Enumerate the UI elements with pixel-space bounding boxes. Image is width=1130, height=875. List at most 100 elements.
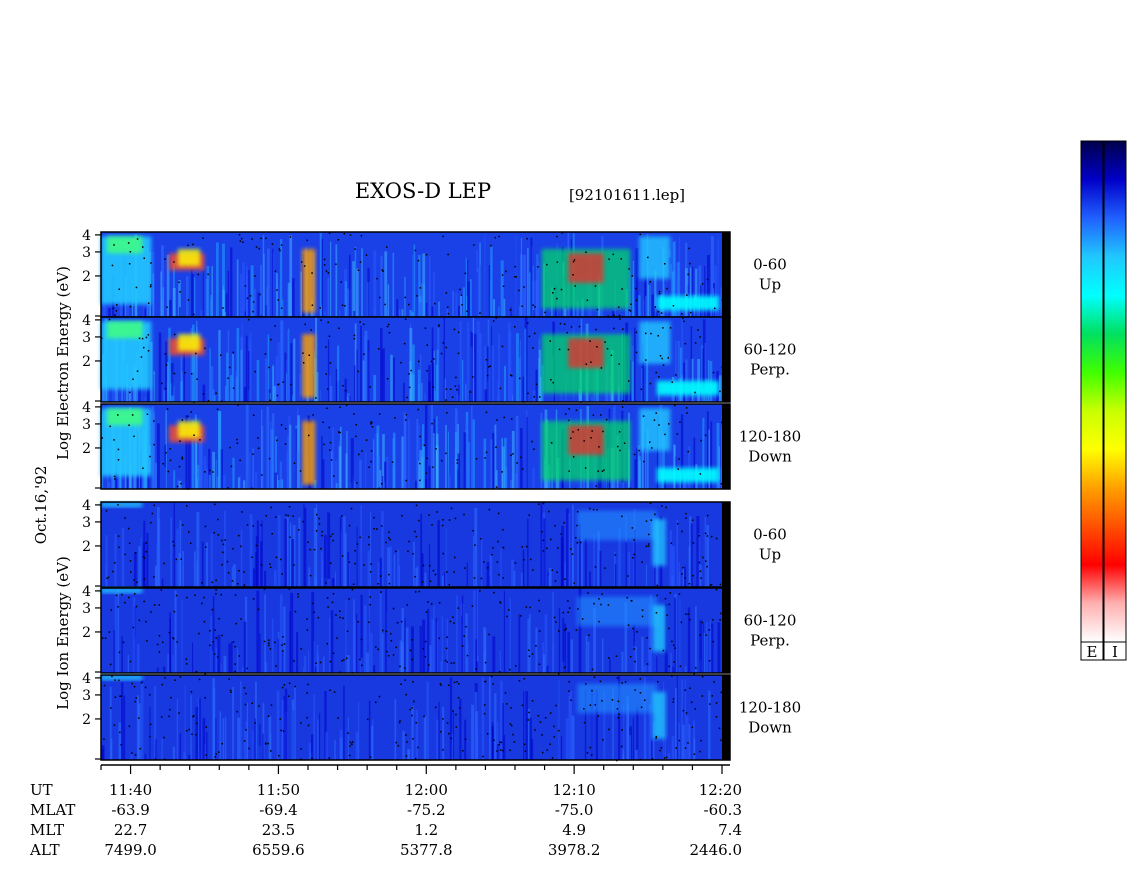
dropout-pixel bbox=[440, 684, 442, 686]
dropout-pixel bbox=[446, 412, 448, 414]
dropout-pixel bbox=[412, 738, 414, 740]
spectrum-streak bbox=[474, 507, 478, 587]
spectrum-streak bbox=[591, 709, 593, 760]
dropout-pixel bbox=[246, 297, 249, 299]
dropout-pixel bbox=[715, 702, 718, 704]
dropout-pixel bbox=[499, 387, 502, 390]
dropout-pixel bbox=[550, 442, 553, 444]
dropout-pixel bbox=[685, 712, 688, 714]
dropout-pixel bbox=[475, 668, 477, 670]
dropout-pixel bbox=[699, 336, 701, 338]
dropout-pixel bbox=[268, 639, 270, 641]
dropout-pixel bbox=[486, 374, 489, 377]
dropout-pixel bbox=[497, 512, 500, 515]
dropout-pixel bbox=[455, 726, 457, 728]
spectrum-streak bbox=[529, 717, 532, 760]
spectrum-streak bbox=[347, 552, 350, 587]
dropout-pixel bbox=[406, 604, 408, 606]
dropout-pixel bbox=[294, 685, 296, 688]
dropout-pixel bbox=[434, 573, 437, 576]
spectrum-streak bbox=[615, 564, 617, 587]
dropout-pixel bbox=[386, 650, 388, 653]
dropout-pixel bbox=[302, 352, 304, 354]
dropout-pixel bbox=[117, 414, 119, 416]
dropout-pixel bbox=[678, 739, 681, 742]
dropout-pixel bbox=[400, 620, 403, 623]
dropout-pixel bbox=[662, 364, 665, 366]
dropout-pixel bbox=[190, 542, 192, 545]
dropout-pixel bbox=[501, 274, 504, 276]
dropout-pixel bbox=[591, 668, 594, 671]
dropout-pixel bbox=[115, 594, 118, 597]
dropout-pixel bbox=[385, 630, 388, 633]
dropout-pixel bbox=[553, 725, 555, 728]
dropout-pixel bbox=[168, 715, 170, 718]
dropout-pixel bbox=[701, 695, 704, 697]
dropout-pixel bbox=[668, 665, 670, 668]
dropout-pixel bbox=[114, 562, 116, 564]
dropout-pixel bbox=[350, 507, 353, 510]
dropout-pixel bbox=[418, 360, 420, 363]
dropout-pixel bbox=[300, 722, 302, 724]
dropout-pixel bbox=[628, 380, 630, 382]
dropout-pixel bbox=[691, 519, 694, 521]
dropout-pixel bbox=[417, 746, 419, 749]
dropout-pixel bbox=[706, 565, 708, 568]
spectrum-streak bbox=[335, 244, 338, 317]
dropout-pixel bbox=[585, 683, 587, 685]
dropout-pixel bbox=[251, 238, 253, 240]
spectrum-streak bbox=[344, 533, 347, 587]
dropout-pixel bbox=[483, 704, 486, 706]
dropout-pixel bbox=[242, 241, 244, 243]
dropout-pixel bbox=[158, 635, 161, 637]
spectrum-streak bbox=[227, 270, 230, 317]
dropout-pixel bbox=[218, 618, 220, 620]
spectrum-streak bbox=[255, 535, 258, 587]
spectrum-streak bbox=[421, 383, 423, 402]
dropout-pixel bbox=[359, 321, 361, 323]
dropout-pixel bbox=[570, 699, 572, 701]
spectrum-streak bbox=[208, 474, 211, 489]
dropout-pixel bbox=[551, 569, 553, 571]
dropout-pixel bbox=[271, 533, 273, 535]
dropout-pixel bbox=[104, 637, 107, 639]
dropout-pixel bbox=[268, 642, 270, 644]
spectrum-streak bbox=[651, 294, 655, 317]
dropout-pixel bbox=[335, 614, 337, 616]
dropout-pixel bbox=[377, 583, 379, 585]
dropout-pixel bbox=[426, 370, 428, 372]
spectrum-streak bbox=[294, 686, 296, 760]
spectrum-streak bbox=[409, 310, 413, 317]
spectrum-streak bbox=[223, 511, 226, 587]
dropout-pixel bbox=[430, 603, 433, 605]
flux-region bbox=[577, 510, 657, 541]
dropout-pixel bbox=[661, 505, 663, 507]
dropout-pixel bbox=[348, 524, 351, 527]
dropout-pixel bbox=[698, 535, 700, 537]
dropout-pixel bbox=[590, 754, 593, 756]
spectrum-streak bbox=[688, 724, 691, 760]
dropout-pixel bbox=[307, 683, 309, 686]
dropout-pixel bbox=[329, 535, 332, 538]
dropout-pixel bbox=[704, 532, 707, 535]
spectrum-streak bbox=[181, 599, 183, 673]
dropout-pixel bbox=[321, 530, 323, 533]
spectrum-streak bbox=[396, 299, 399, 317]
dropout-pixel bbox=[603, 469, 605, 471]
dropout-pixel bbox=[405, 479, 407, 482]
flux-region bbox=[100, 675, 143, 681]
dropout-pixel bbox=[648, 533, 650, 536]
dropout-pixel bbox=[649, 281, 651, 283]
dropout-pixel bbox=[179, 291, 181, 293]
panel-pitch-range: 120-180 bbox=[739, 699, 801, 717]
dropout-pixel bbox=[165, 364, 168, 366]
dropout-pixel bbox=[613, 327, 615, 330]
dropout-pixel bbox=[521, 305, 523, 307]
dropout-pixel bbox=[493, 739, 495, 741]
dropout-pixel bbox=[619, 449, 621, 452]
dropout-pixel bbox=[310, 329, 312, 331]
spectrum-streak bbox=[571, 715, 575, 760]
dropout-pixel bbox=[514, 276, 516, 278]
dropout-pixel bbox=[590, 361, 592, 363]
flux-region bbox=[100, 502, 143, 508]
